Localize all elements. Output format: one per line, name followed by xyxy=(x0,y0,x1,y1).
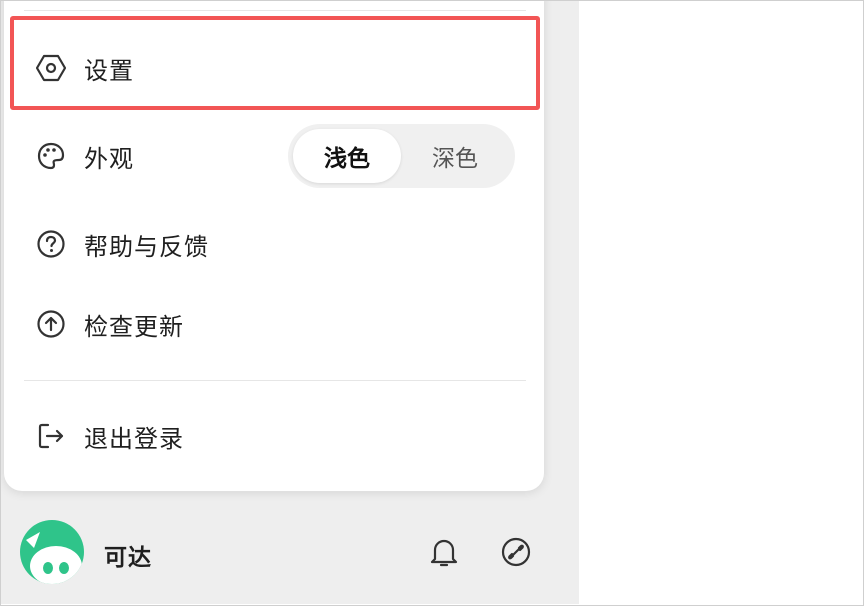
username[interactable]: 可达 xyxy=(104,538,152,572)
menu-divider xyxy=(24,10,526,11)
menu-item-label: 检查更新 xyxy=(84,312,184,341)
hexagon-settings-icon xyxy=(36,53,66,83)
menu-item-label: 退出登录 xyxy=(84,424,184,453)
avatar-icon[interactable] xyxy=(20,520,84,584)
sidebar: 设置 外观 浅色 深色 帮助与反馈 检查更新 退出登录 可达 xyxy=(1,0,579,604)
menu-item-check-update[interactable]: 检查更新 xyxy=(4,294,544,354)
theme-light-option[interactable]: 浅色 xyxy=(293,129,401,183)
user-menu-popup: 设置 外观 浅色 深色 帮助与反馈 检查更新 退出登录 xyxy=(4,0,544,491)
bell-icon[interactable] xyxy=(426,534,462,570)
user-bar: 可达 xyxy=(1,506,579,604)
theme-dark-option[interactable]: 深色 xyxy=(401,129,509,183)
logout-icon xyxy=(36,421,66,451)
menu-item-label: 设置 xyxy=(84,56,134,85)
menu-item-settings[interactable]: 设置 xyxy=(4,38,544,98)
palette-icon xyxy=(36,141,66,171)
theme-toggle: 浅色 深色 xyxy=(288,124,515,188)
menu-item-label: 帮助与反馈 xyxy=(84,232,209,261)
help-circle-icon xyxy=(36,229,66,259)
link-icon[interactable] xyxy=(498,534,534,570)
menu-item-label: 外观 xyxy=(84,144,134,173)
menu-item-logout[interactable]: 退出登录 xyxy=(4,406,544,466)
content-area xyxy=(579,1,863,604)
menu-divider xyxy=(24,380,526,381)
menu-item-help[interactable]: 帮助与反馈 xyxy=(4,214,544,274)
menu-item-appearance: 外观 xyxy=(4,126,284,186)
arrow-up-circle-icon xyxy=(36,309,66,339)
